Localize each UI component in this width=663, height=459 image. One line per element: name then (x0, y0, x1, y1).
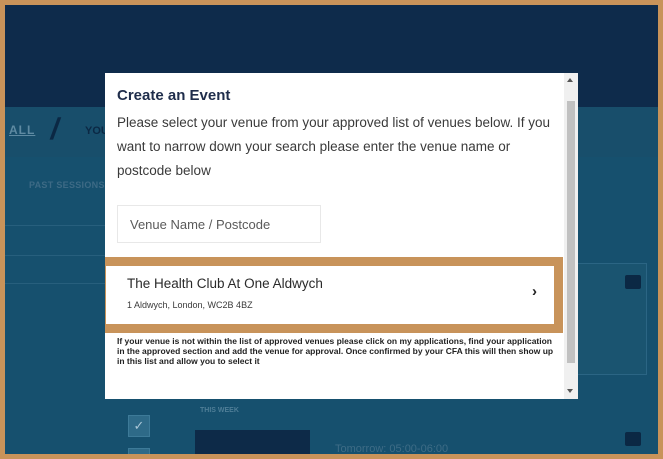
scroll-down-arrow-icon[interactable] (567, 389, 573, 393)
session-checkbox[interactable]: ✓ (128, 415, 150, 437)
tab-all[interactable]: ALL (9, 123, 35, 137)
chat-icon[interactable] (625, 432, 641, 446)
chat-icon[interactable] (625, 275, 641, 289)
chevron-right-icon: › (532, 283, 537, 300)
divider (5, 255, 115, 256)
session-checkbox[interactable] (128, 448, 150, 454)
venue-list-item[interactable]: The Health Club At One Aldwych 1 Aldwych… (105, 257, 563, 333)
tab-past-sessions[interactable]: PAST SESSIONS (29, 180, 105, 190)
session-thumbnail (195, 430, 310, 454)
scrollbar-thumb[interactable] (567, 101, 575, 363)
modal-title: Create an Event (117, 87, 231, 104)
divider (5, 225, 115, 226)
venue-address: 1 Aldwych, London, WC2B 4BZ (127, 300, 253, 310)
venue-search-input[interactable] (117, 205, 321, 243)
divider (5, 283, 115, 284)
venue-name: The Health Club At One Aldwych (127, 276, 323, 291)
modal-description: Please select your venue from your appro… (117, 115, 550, 178)
this-week-label: THIS WEEK (200, 407, 239, 414)
session-time: Tomorrow: 05:00-06:00 (335, 443, 449, 454)
scroll-up-arrow-icon[interactable] (567, 78, 573, 82)
venue-help-text: If your venue is not within the list of … (117, 336, 554, 366)
create-event-modal: Create an Event Please select your venue… (105, 73, 578, 399)
